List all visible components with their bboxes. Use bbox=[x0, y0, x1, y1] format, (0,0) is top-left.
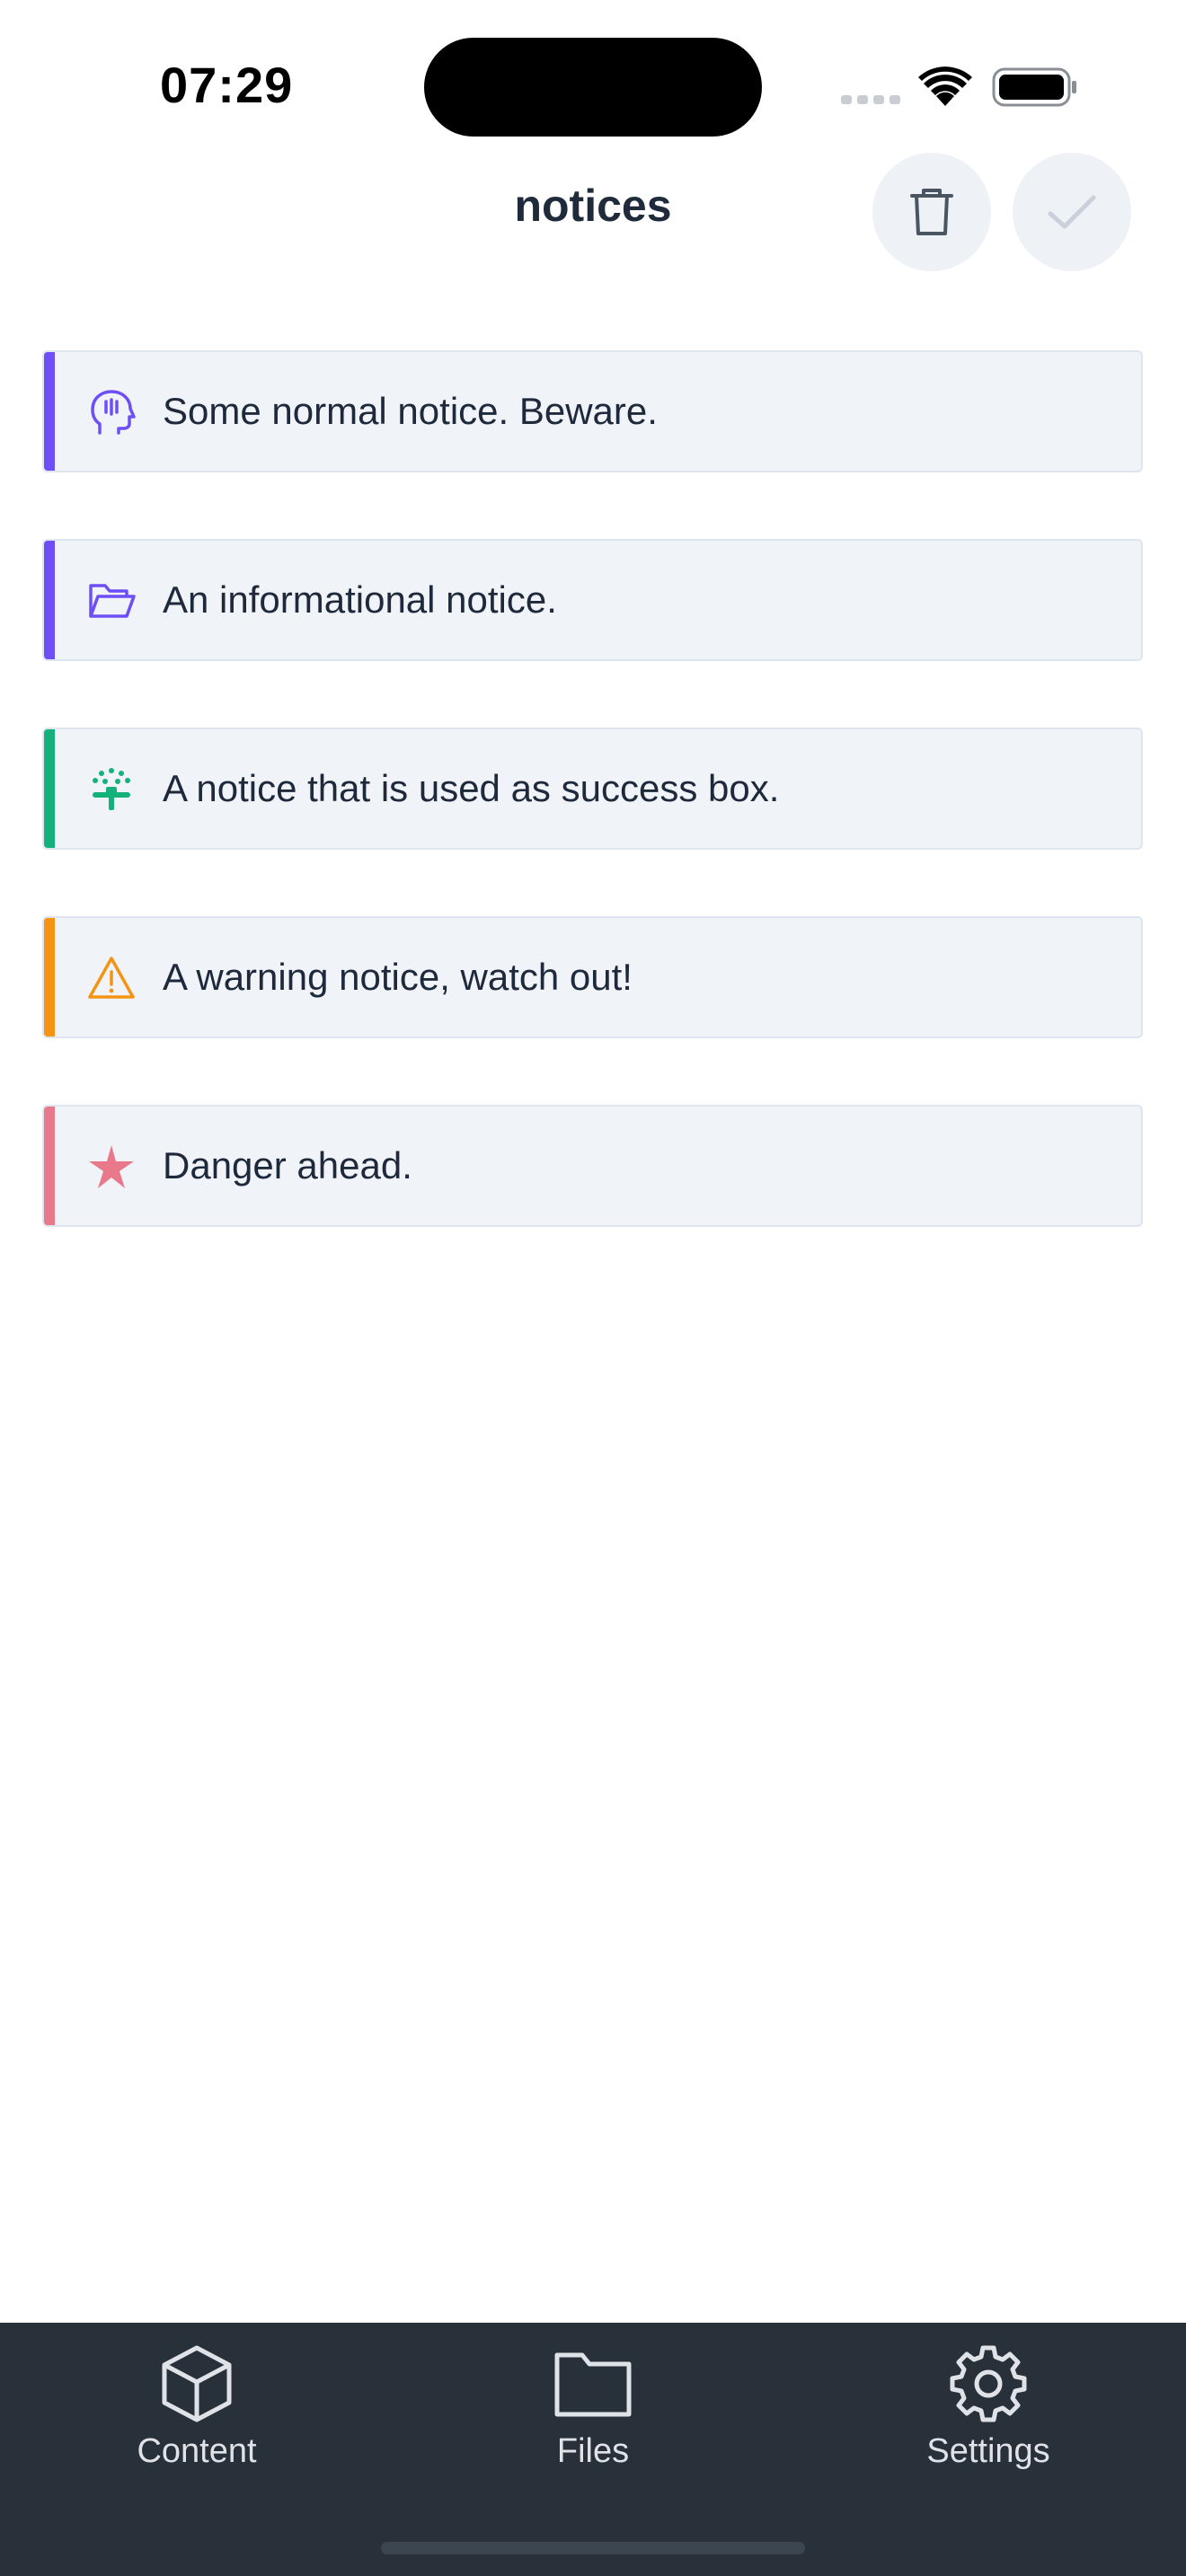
notice-warning: A warning notice, watch out! bbox=[42, 916, 1143, 1038]
check-icon bbox=[1048, 195, 1096, 229]
status-time: 07:29 bbox=[160, 57, 294, 113]
notice-text: An informational notice. bbox=[163, 578, 557, 621]
folder-open-icon bbox=[89, 584, 136, 618]
notice-accent-bar bbox=[44, 1107, 55, 1225]
notice-danger: Danger ahead. bbox=[42, 1105, 1143, 1227]
confirm-button[interactable] bbox=[1013, 153, 1131, 271]
gear-icon bbox=[950, 2345, 1027, 2422]
notice-info: An informational notice. bbox=[42, 539, 1143, 661]
notice-accent-bar bbox=[44, 729, 55, 848]
page-title: notices bbox=[514, 181, 672, 231]
notice-text: Some normal notice. Beware. bbox=[163, 390, 658, 432]
notice-list: Some normal notice. Beware. An informati… bbox=[42, 350, 1143, 1293]
delete-button[interactable] bbox=[872, 153, 991, 271]
battery-icon bbox=[992, 67, 1076, 107]
tab-content[interactable]: Content bbox=[62, 2342, 332, 2504]
status-bar: 07:29 bbox=[0, 0, 1186, 153]
star-icon bbox=[89, 1145, 134, 1188]
tab-label: Content bbox=[137, 2432, 257, 2470]
tab-label: Settings bbox=[926, 2432, 1050, 2470]
notice-accent-bar bbox=[44, 352, 55, 471]
notice-accent-bar bbox=[44, 918, 55, 1037]
notice-text: A warning notice, watch out! bbox=[163, 956, 633, 998]
cube-icon bbox=[162, 2345, 232, 2422]
dynamic-island bbox=[424, 38, 762, 137]
trash-icon bbox=[910, 189, 953, 235]
home-indicator[interactable] bbox=[381, 2542, 805, 2554]
notice-text: A notice that is used as success box. bbox=[163, 767, 780, 809]
notice-normal: Some normal notice. Beware. bbox=[42, 350, 1143, 472]
tab-files[interactable]: Files bbox=[458, 2342, 728, 2504]
warning-icon bbox=[88, 957, 135, 999]
sprinkler-icon bbox=[93, 768, 130, 810]
folder-icon bbox=[554, 2352, 632, 2417]
wifi-icon bbox=[918, 66, 972, 106]
notice-accent-bar bbox=[44, 541, 55, 659]
notice-success: A notice that is used as success box. bbox=[42, 728, 1143, 850]
cellular-signal-icon bbox=[841, 95, 900, 104]
tab-label: Files bbox=[556, 2432, 630, 2470]
notice-text: Danger ahead. bbox=[163, 1144, 412, 1187]
head-icon bbox=[91, 390, 136, 435]
tab-bar: Content Files Settings bbox=[0, 2323, 1186, 2576]
tab-settings[interactable]: Settings bbox=[854, 2342, 1123, 2504]
